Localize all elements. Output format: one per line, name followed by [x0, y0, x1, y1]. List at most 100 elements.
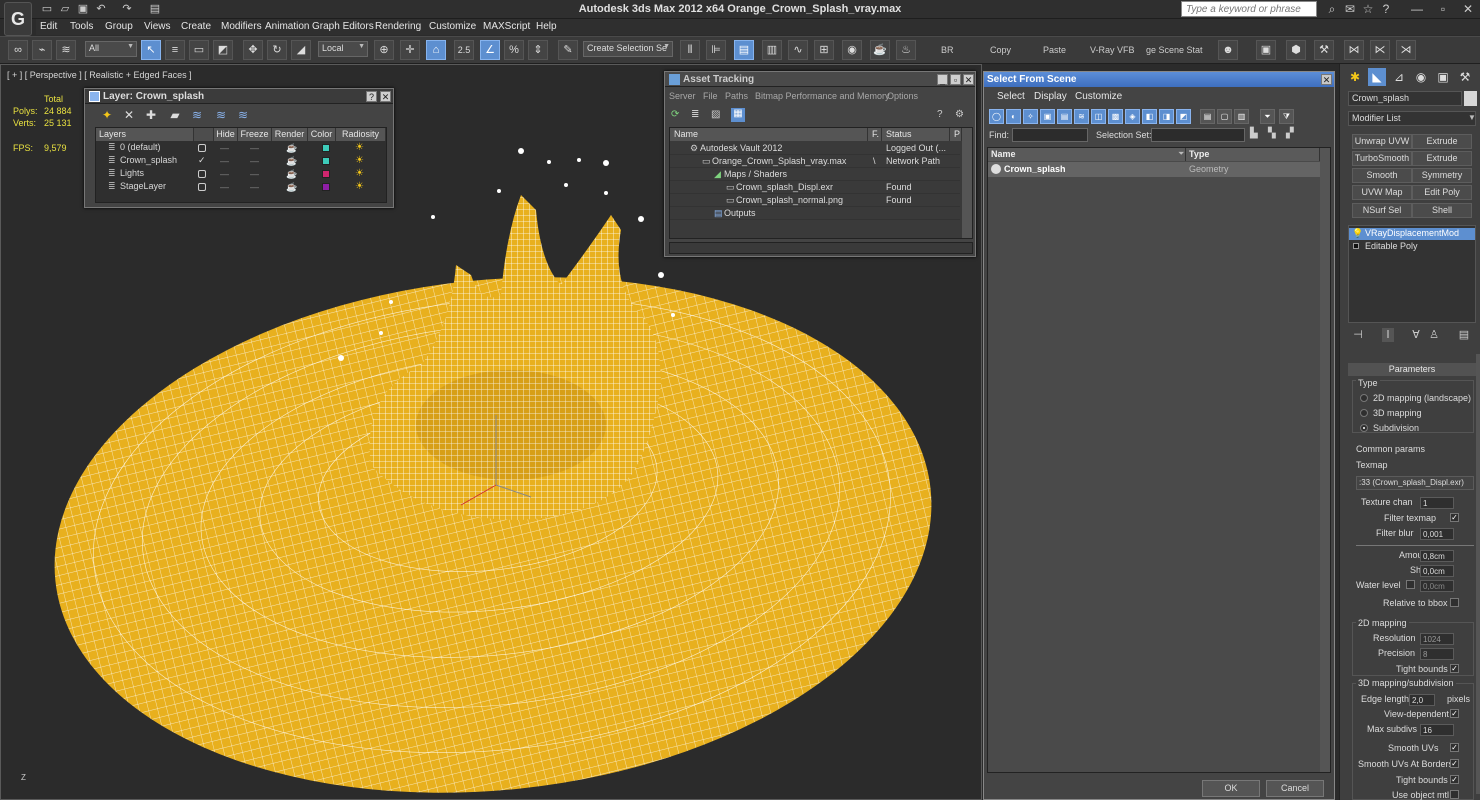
find-input[interactable] — [1012, 128, 1088, 142]
radiosity-icon[interactable]: ☀ — [355, 168, 367, 179]
list-item[interactable]: Crown_splash Geometry — [988, 162, 1320, 177]
delete-layer-icon[interactable]: ✕ — [121, 108, 137, 122]
stack-item-vraydisplacement[interactable]: 💡 VRayDisplacementMod — [1349, 228, 1475, 240]
list-view-icon[interactable]: ≣ — [691, 109, 703, 121]
save-icon[interactable]: ▣ — [76, 2, 90, 16]
asset-col-name[interactable]: Name — [670, 128, 868, 141]
edit-poly-button[interactable]: Edit Poly — [1412, 185, 1472, 200]
filter-texmap-checkbox[interactable]: ✓ — [1450, 513, 1459, 522]
asset-row[interactable]: ▭ Crown_splash_normal.png Found — [670, 194, 960, 207]
filter-groups-icon[interactable]: ◫ — [1091, 109, 1106, 124]
menu-graph-editors[interactable]: Graph Editors — [312, 21, 374, 32]
show-end-result-icon[interactable]: Ⅰ — [1382, 328, 1394, 342]
display-tab-icon[interactable]: ▣ — [1434, 68, 1452, 86]
select-menu-customize[interactable]: Customize — [1075, 91, 1122, 102]
stage-scene-button[interactable]: ge Scene Stat — [1146, 45, 1203, 55]
schematic-view-icon[interactable]: ⊞ — [814, 40, 834, 60]
filter-frozen-icon[interactable]: ◨ — [1159, 109, 1174, 124]
link-icon[interactable]: ∞ — [8, 40, 28, 60]
search-icon[interactable]: ⌕ — [1325, 2, 1339, 16]
asset-menu-paths[interactable]: Paths — [725, 91, 748, 101]
menu-customize[interactable]: Customize — [429, 21, 476, 32]
motion-tab-icon[interactable]: ◉ — [1412, 68, 1430, 86]
layer-color-swatch[interactable] — [322, 144, 330, 152]
move-icon[interactable]: ✥ — [243, 40, 263, 60]
layer-active-toggle[interactable] — [198, 170, 206, 178]
refresh-icon[interactable]: ⟳ — [671, 109, 683, 121]
selection-set-edit-icon[interactable]: ▙ — [1250, 128, 1264, 142]
filter-bones-icon[interactable]: ◈ — [1125, 109, 1140, 124]
layer-row-lights[interactable]: ≣ Lights — — ☕ ☀ — [96, 168, 386, 181]
expand-icon[interactable] — [1353, 243, 1359, 249]
add-to-layer-icon[interactable]: ✚ — [143, 108, 159, 122]
percent-snap-icon[interactable]: % — [504, 40, 524, 60]
remove-modifier-icon[interactable]: ♙ — [1428, 328, 1440, 342]
layer-help-button[interactable]: ? — [366, 91, 377, 102]
hide-toggle[interactable]: — — [220, 169, 229, 179]
layer-active-toggle[interactable] — [198, 144, 206, 152]
max-subdivs-field[interactable]: 16 — [1420, 724, 1454, 736]
asset-menu-file[interactable]: File — [703, 91, 718, 101]
list-scrollbar[interactable] — [1320, 148, 1330, 772]
key-mode-icon[interactable]: ⋈ — [1344, 40, 1364, 60]
relative-bbox-checkbox[interactable] — [1450, 598, 1459, 607]
list-col-type[interactable]: Type — [1186, 148, 1320, 161]
asset-close-button[interactable]: ✕ — [963, 74, 974, 85]
close-icon[interactable]: ✕ — [1461, 2, 1475, 16]
scale-icon[interactable]: ◢ — [291, 40, 311, 60]
tool-icon[interactable]: ⚒ — [1314, 40, 1334, 60]
selection-filter-dropdown[interactable]: All — [85, 41, 137, 57]
stack-item-editable-poly[interactable]: Editable Poly — [1349, 241, 1475, 253]
modifier-list-dropdown[interactable]: Modifier List — [1348, 111, 1476, 126]
water-level-field[interactable]: 0,0cm — [1420, 580, 1454, 592]
col-color[interactable]: Color — [308, 128, 336, 141]
render-setup-icon[interactable]: ☕ — [870, 40, 890, 60]
selection-set-dropdown[interactable] — [1151, 128, 1245, 142]
asset-col-status[interactable]: Status — [882, 128, 950, 141]
menu-animation[interactable]: Animation — [265, 21, 309, 32]
freeze-all-icon[interactable]: ≋ — [235, 108, 251, 122]
select-manipulate-icon[interactable]: ✛ — [400, 40, 420, 60]
render-icon[interactable]: ☻ — [1218, 40, 1238, 60]
extrude-button[interactable]: Extrude — [1412, 134, 1472, 149]
col-render[interactable]: Render — [272, 128, 308, 141]
vray-vfb-button[interactable]: V-Ray VFB — [1090, 45, 1135, 55]
type-subdivision-radio[interactable] — [1360, 424, 1368, 432]
filter-xrefs-icon[interactable]: ▩ — [1108, 109, 1123, 124]
curve-editor-icon[interactable]: ∿ — [788, 40, 808, 60]
select-close-button[interactable]: ✕ — [1321, 74, 1332, 85]
asset-row[interactable]: ▭ Orange_Crown_Splash_vray.max \ Network… — [670, 155, 960, 168]
radiosity-icon[interactable]: ☀ — [355, 142, 367, 153]
amount-field[interactable]: 0,8cm — [1420, 550, 1454, 562]
selection-set-add-icon[interactable]: ▚ — [1268, 128, 1282, 142]
project-folder-icon[interactable]: ▤ — [148, 2, 162, 16]
filter-geometry-icon[interactable]: ◯ — [989, 109, 1004, 124]
tight-bounds-3d-checkbox[interactable]: ✓ — [1450, 775, 1459, 784]
menu-help[interactable]: Help — [536, 21, 557, 32]
shift-field[interactable]: 0,0cm — [1420, 565, 1454, 577]
resolution-field[interactable]: 1024 — [1420, 633, 1454, 645]
keyboard-shortcut-toggle-icon[interactable]: ⌂ — [426, 40, 446, 60]
texmap-button[interactable]: :33 (Crown_splash_Displ.exr) — [1356, 476, 1474, 490]
menu-tools[interactable]: Tools — [70, 21, 93, 32]
snaps-toggle-icon[interactable]: 2.5 — [454, 40, 474, 60]
filter-containers-icon[interactable]: ◧ — [1142, 109, 1157, 124]
select-object-icon[interactable]: ↖ — [141, 40, 161, 60]
radiosity-icon[interactable]: ☀ — [355, 155, 367, 166]
rotate-icon[interactable]: ↻ — [267, 40, 287, 60]
asset-scrollbar[interactable] — [962, 128, 972, 238]
render-toggle-icon[interactable]: ☕ — [286, 156, 297, 167]
container-icon[interactable]: ▣ — [1256, 40, 1276, 60]
water-level-checkbox[interactable] — [1406, 580, 1415, 589]
select-none-icon[interactable]: ▢ — [1217, 109, 1232, 124]
rect-selection-icon[interactable]: ▭ — [189, 40, 209, 60]
asset-row[interactable]: ◢ Maps / Shaders — [670, 168, 960, 181]
ok-button[interactable]: OK — [1202, 780, 1260, 797]
freeze-toggle[interactable]: — — [250, 182, 259, 192]
asset-row[interactable]: ▤ Outputs — [670, 207, 960, 220]
asset-maximize-button[interactable]: ▫ — [950, 74, 961, 85]
window-crossing-icon[interactable]: ◩ — [213, 40, 233, 60]
favorites-icon[interactable]: ☆ — [1361, 2, 1375, 16]
create-layer-icon[interactable]: ✦ — [99, 108, 115, 122]
object-color-swatch[interactable] — [1464, 91, 1477, 106]
